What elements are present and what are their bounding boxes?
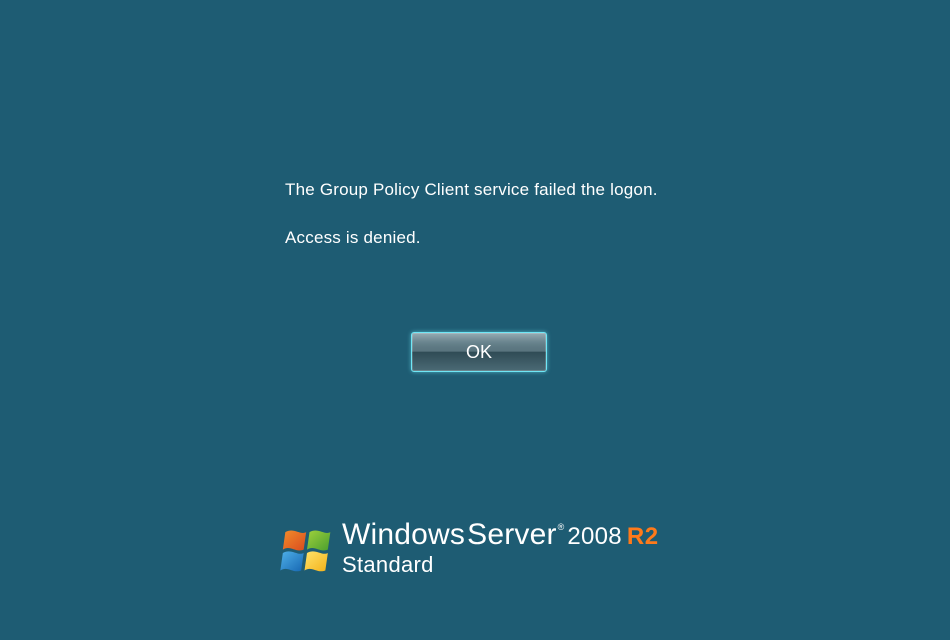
error-message-line2: Access is denied. [285, 228, 805, 248]
error-message-block: The Group Policy Client service failed t… [285, 180, 805, 248]
brand-windows: Windows [342, 520, 465, 550]
brand-registered: ® [558, 523, 565, 532]
error-message-line1: The Group Policy Client service failed t… [285, 180, 805, 200]
ok-button[interactable]: OK [411, 332, 547, 372]
os-branding: Windows Server ® 2008 R2 Standard [280, 520, 659, 578]
brand-server: Server [467, 520, 557, 550]
brand-year: 2008 [567, 525, 622, 549]
brand-r2: R2 [627, 525, 659, 549]
brand-line1: Windows Server ® 2008 R2 [342, 520, 659, 550]
logon-error-screen: The Group Policy Client service failed t… [0, 0, 950, 640]
windows-logo-icon [280, 528, 334, 578]
brand-text: Windows Server ® 2008 R2 Standard [342, 520, 659, 576]
brand-edition: Standard [342, 554, 659, 576]
